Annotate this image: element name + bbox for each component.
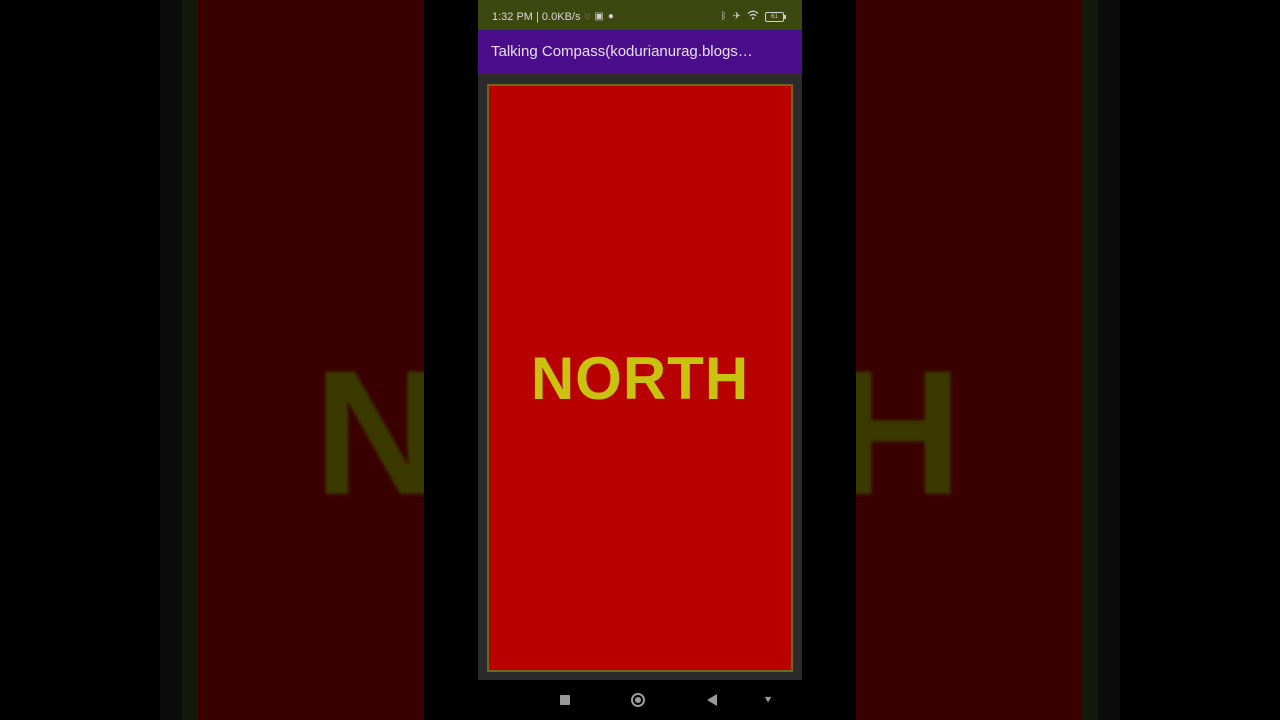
status-bar-left: 1:32 PM | 0.0KB/s ◌ ▣ ● bbox=[492, 11, 614, 23]
home-button[interactable] bbox=[630, 692, 646, 708]
compass-direction-panel[interactable]: NORTH bbox=[487, 84, 793, 672]
whatsapp-icon: ◌ bbox=[584, 11, 591, 22]
phone-screen: 1:32 PM | 0.0KB/s ◌ ▣ ● ᛒ ✈ 61 Talking C… bbox=[478, 0, 802, 720]
home-icon bbox=[631, 693, 645, 707]
assist-button[interactable]: ⯆ bbox=[760, 692, 776, 708]
status-bar: 1:32 PM | 0.0KB/s ◌ ▣ ● ᛒ ✈ 61 bbox=[478, 0, 802, 30]
app-bar: Talking Compass(kodurianurag.blogs… bbox=[478, 30, 802, 74]
recents-button[interactable] bbox=[557, 692, 573, 708]
battery-icon: 61 bbox=[765, 11, 786, 22]
video-frame: NORTH 1:32 PM | 0.0KB/s ◌ ▣ ● ᛒ ✈ bbox=[0, 0, 1280, 720]
recents-icon bbox=[560, 695, 570, 705]
direction-label: NORTH bbox=[530, 345, 750, 412]
app-content: NORTH bbox=[478, 74, 802, 680]
bluetooth-icon: ᛒ bbox=[720, 10, 727, 22]
navigation-bar: ⯆ bbox=[478, 680, 802, 720]
airplane-mode-icon: ✈ bbox=[732, 10, 741, 22]
status-bar-right: ᛒ ✈ 61 bbox=[720, 10, 786, 23]
app-title: Talking Compass(kodurianurag.blogs… bbox=[491, 43, 753, 60]
back-button[interactable] bbox=[704, 692, 720, 708]
wifi-icon bbox=[747, 10, 759, 23]
back-icon bbox=[707, 694, 717, 706]
chevron-down-icon: ⯆ bbox=[763, 693, 773, 707]
status-time-speed: 1:32 PM | 0.0KB/s bbox=[492, 11, 581, 23]
youtube-icon: ▣ bbox=[594, 11, 604, 22]
notification-dot-icon: ● bbox=[607, 11, 614, 22]
